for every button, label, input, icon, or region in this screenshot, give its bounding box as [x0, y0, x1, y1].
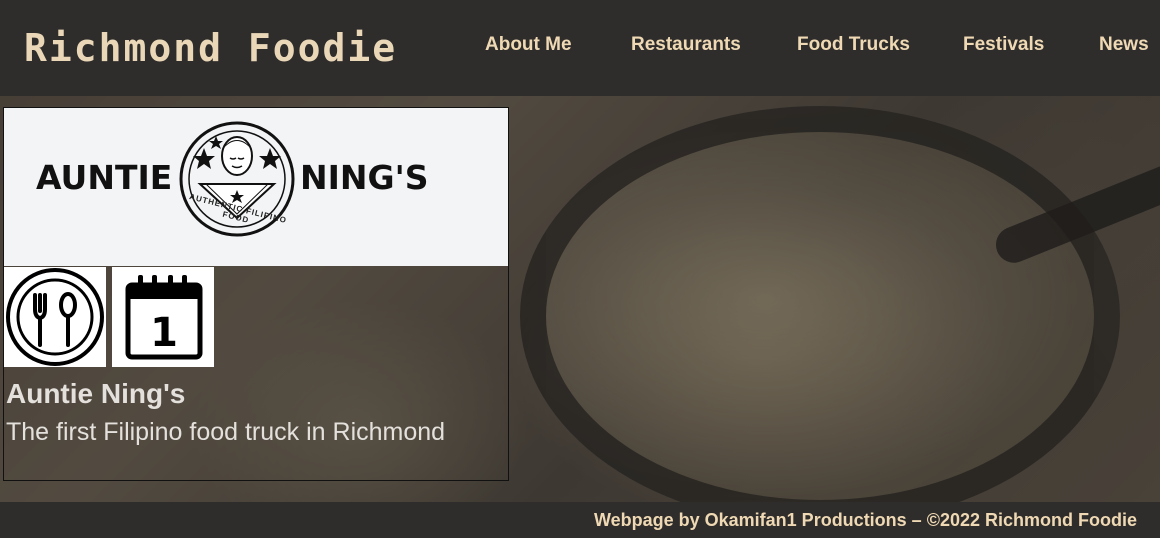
schedule-icon-tile: 1 [112, 267, 214, 367]
logo-right-word: NING'S [300, 158, 429, 197]
logo-left-word: AUNTIE [36, 158, 173, 197]
dine-in-icon-tile [4, 267, 106, 367]
restaurant-logo: AUNTIE NING'S AUTHENTIC FILIPINO FOOD [4, 108, 508, 266]
restaurant-name[interactable]: Auntie Ning's [6, 378, 185, 410]
site-footer: Webpage by Okamifan1 Productions – ©2022… [0, 502, 1160, 538]
fork-spoon-plate-icon [6, 268, 104, 366]
site-header: Richmond Foodie About Me Restaurants Foo… [0, 0, 1160, 96]
calendar-icon: 1 [125, 275, 203, 360]
nav-festivals[interactable]: Festivals [963, 34, 1044, 56]
nav-food-trucks[interactable]: Food Trucks [797, 34, 910, 56]
nav-news[interactable]: News [1099, 34, 1149, 56]
restaurant-card[interactable]: AUNTIE NING'S AUTHENTIC FILIPINO FOOD 1 … [3, 107, 509, 481]
footer-credits: Webpage by Okamifan1 Productions – ©2022… [593, 510, 1137, 530]
calendar-day-number: 1 [150, 310, 178, 356]
restaurant-description: The first Filipino food truck in Richmon… [6, 418, 446, 446]
nav-restaurants[interactable]: Restaurants [631, 34, 741, 56]
nav-about-me[interactable]: About Me [485, 34, 572, 56]
main-nav: About Me Restaurants Food Trucks Festiva… [0, 34, 1160, 58]
